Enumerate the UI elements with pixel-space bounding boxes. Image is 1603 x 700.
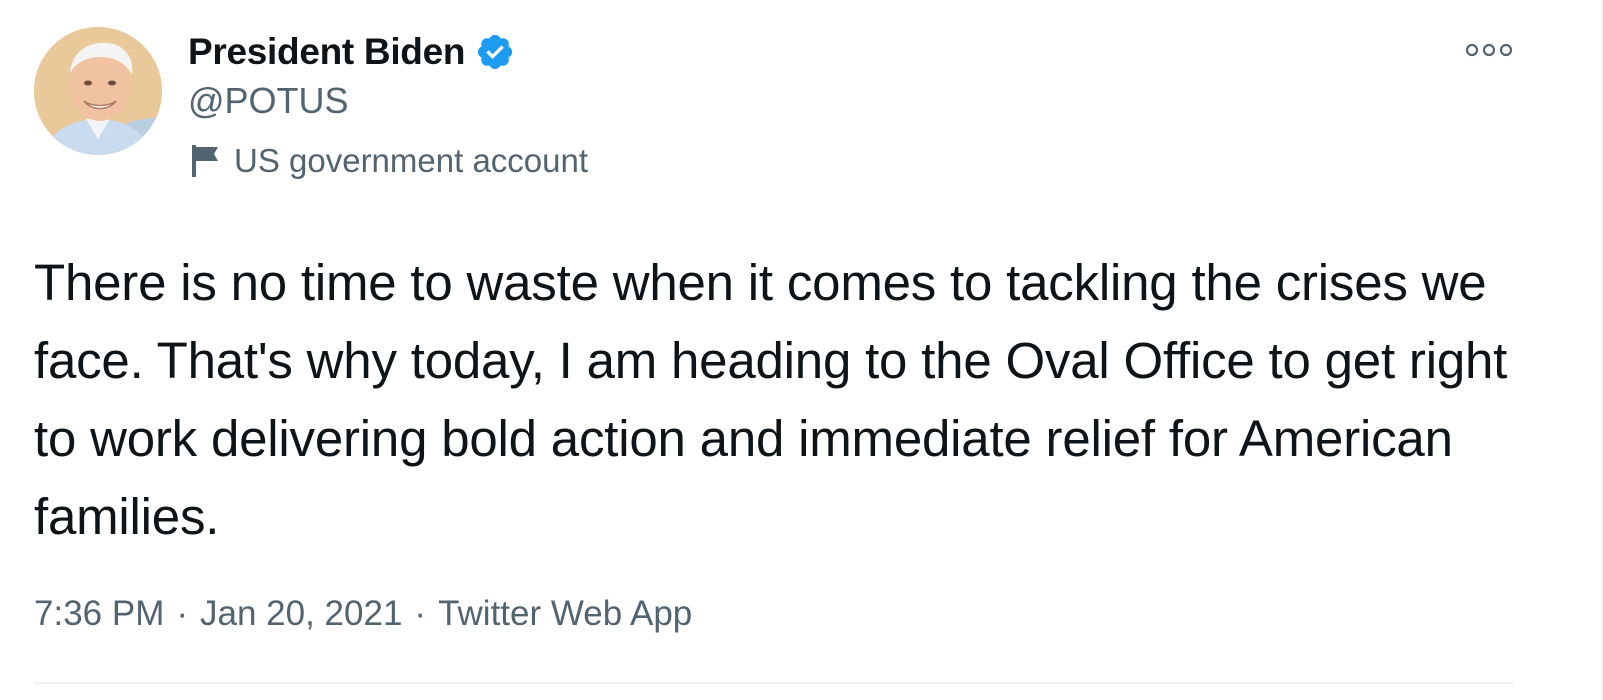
meta-separator: · [176, 594, 189, 633]
more-icon[interactable] [1462, 38, 1516, 62]
divider [34, 682, 1514, 684]
avatar[interactable] [34, 27, 162, 155]
meta-separator: · [414, 594, 427, 633]
author-handle[interactable]: @POTUS [188, 80, 349, 122]
author-name[interactable]: President Biden [188, 28, 515, 76]
display-name: President Biden [188, 31, 466, 72]
avatar-portrait-image [34, 27, 162, 155]
government-account-text: US government account [234, 142, 589, 179]
government-account-label[interactable]: US government account [188, 142, 588, 180]
tweet-time[interactable]: 7:36 PM [34, 594, 164, 634]
tweet-date[interactable]: Jan 20, 2021 [200, 594, 402, 634]
verified-badge-icon [475, 32, 515, 72]
tweet-card: President Biden @POTUS US government acc… [0, 0, 1603, 700]
tweet-metadata: 7:36 PM · Jan 20, 2021 · Twitter Web App [34, 594, 692, 634]
flag-icon [188, 143, 222, 179]
tweet-text: There is no time to waste when it comes … [34, 254, 1508, 545]
tweet-source[interactable]: Twitter Web App [438, 594, 692, 634]
